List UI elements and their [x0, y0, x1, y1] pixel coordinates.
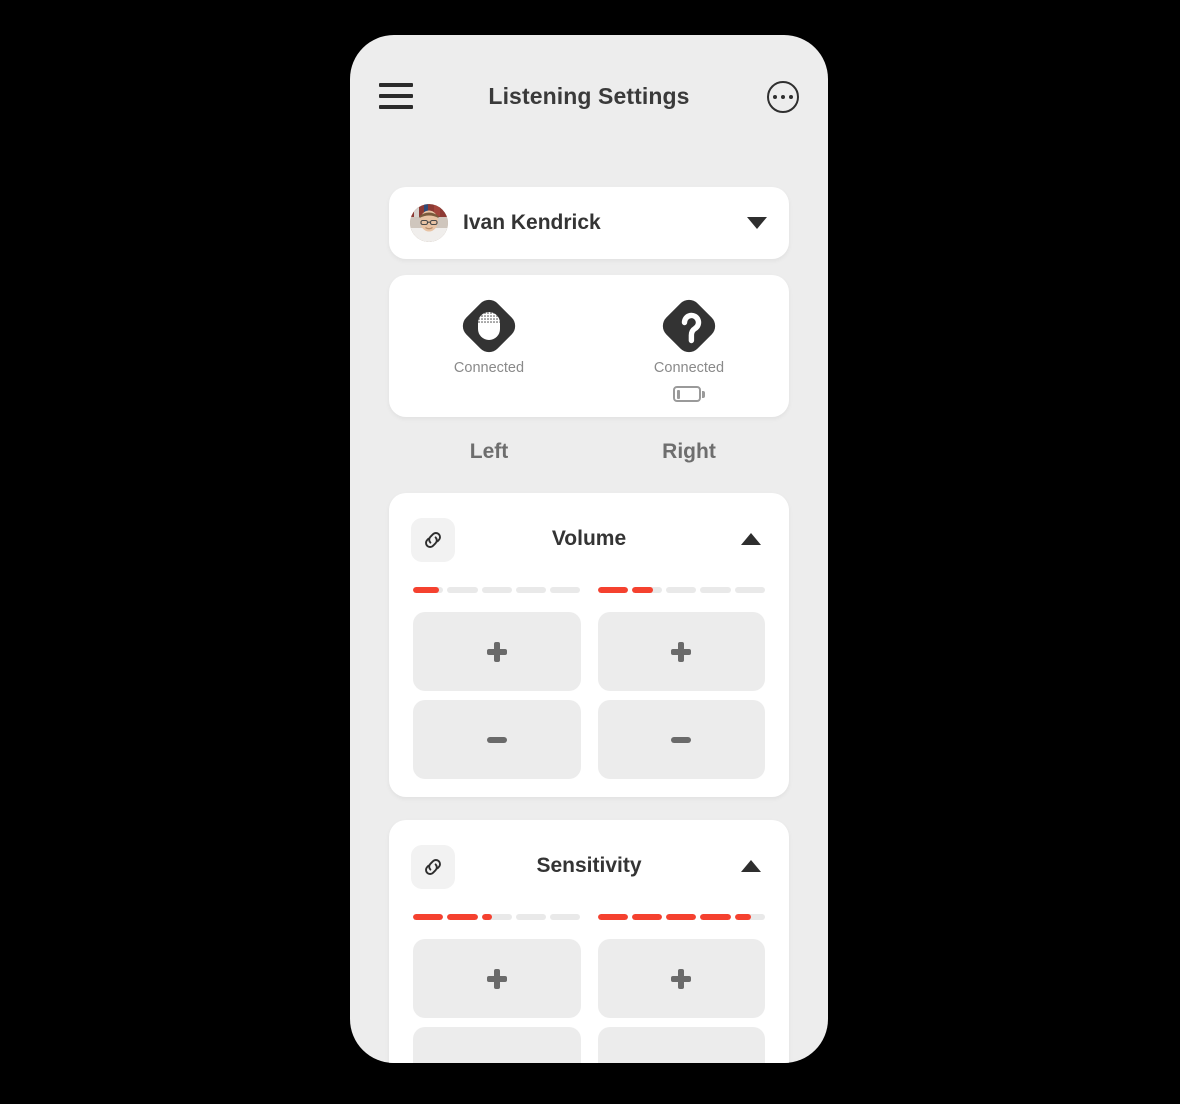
- control-title-volume: Volume: [551, 527, 627, 550]
- device-status-card: Connected Connected: [389, 275, 789, 417]
- level-segment: [550, 914, 581, 920]
- hearing-aid-hook-icon: [660, 297, 718, 355]
- battery-indicator: [673, 386, 705, 402]
- level-segment: [666, 914, 697, 920]
- label-right: Right: [662, 440, 716, 463]
- phone-frame: Listening Settings Ivan Kendrick Connect…: [350, 35, 828, 1063]
- volume-right-decrease-button[interactable]: [597, 700, 765, 779]
- page-title: Listening Settings: [488, 83, 690, 109]
- chevron-down-icon[interactable]: [747, 217, 767, 229]
- level-segment: [413, 587, 444, 593]
- profile-name: Ivan Kendrick: [463, 211, 601, 234]
- device-left-status: Connected: [453, 360, 525, 376]
- sensitivity-right-increase-button[interactable]: [597, 939, 765, 1018]
- plus-icon: [486, 968, 507, 989]
- level-segment: [481, 914, 512, 920]
- minus-icon: [486, 736, 507, 743]
- device-right[interactable]: Connected: [589, 275, 789, 417]
- app-header: Listening Settings: [350, 35, 828, 163]
- screenshot-root: Listening Settings Ivan Kendrick Connect…: [0, 0, 1180, 1104]
- hearing-aid-dome-icon: [460, 297, 518, 355]
- level-segment-fill: [413, 914, 444, 920]
- more-options-icon[interactable]: [767, 81, 799, 113]
- level-segment-fill: [631, 914, 663, 920]
- level-segment: [734, 587, 765, 593]
- control-card-sensitivity: Sensitivity: [389, 820, 789, 1063]
- control-body-sensitivity: [389, 914, 789, 1063]
- avatar: [410, 204, 448, 242]
- plus-icon: [671, 641, 692, 662]
- level-segment: [515, 914, 547, 920]
- volume-left-increase-button[interactable]: [413, 612, 581, 691]
- level-segment: [515, 587, 547, 593]
- chevron-up-icon[interactable]: [741, 860, 761, 872]
- label-left: Left: [469, 440, 509, 463]
- sensitivity-left-side: [413, 914, 581, 1063]
- level-segment-fill: [597, 914, 628, 920]
- volume-left-side: [413, 587, 581, 779]
- side-labels: Left Right: [389, 440, 789, 464]
- level-segment: [700, 587, 731, 593]
- volume-left-level[interactable]: [413, 587, 581, 593]
- level-segment: [734, 914, 765, 920]
- plus-icon: [486, 641, 507, 662]
- sensitivity-right-decrease-button[interactable]: [597, 1027, 765, 1063]
- volume-right-level[interactable]: [597, 587, 766, 593]
- level-segment: [481, 587, 512, 593]
- sensitivity-left-decrease-button[interactable]: [413, 1027, 581, 1063]
- control-card-volume: Volume: [389, 493, 789, 797]
- device-left[interactable]: Connected: [389, 275, 589, 417]
- level-segment: [666, 587, 697, 593]
- profile-selector[interactable]: Ivan Kendrick: [389, 187, 789, 259]
- control-header-sensitivity: Sensitivity: [389, 820, 789, 914]
- level-segment-fill: [666, 914, 697, 920]
- device-right-status: Connected: [653, 360, 725, 376]
- level-segment: [447, 914, 478, 920]
- level-segment: [597, 587, 628, 593]
- volume-right-increase-button[interactable]: [597, 612, 765, 691]
- minus-icon: [671, 736, 692, 743]
- level-segment: [447, 587, 478, 593]
- control-title-sensitivity: Sensitivity: [536, 854, 642, 877]
- level-segment: [413, 914, 444, 920]
- chevron-up-icon[interactable]: [741, 533, 761, 545]
- level-segment-fill: [734, 914, 752, 920]
- sensitivity-left-level[interactable]: [413, 914, 581, 920]
- level-segment: [631, 914, 663, 920]
- level-segment: [700, 914, 731, 920]
- sensitivity-right-side: [597, 914, 766, 1063]
- level-segment-fill: [481, 914, 493, 920]
- level-segment-fill: [597, 587, 628, 593]
- level-segment: [631, 587, 663, 593]
- control-body-volume: [389, 587, 789, 779]
- level-segment: [550, 587, 581, 593]
- level-segment-fill: [447, 914, 478, 920]
- control-header-volume: Volume: [389, 493, 789, 587]
- level-segment-fill: [700, 914, 731, 920]
- level-segment-fill: [631, 587, 653, 593]
- sensitivity-right-level[interactable]: [597, 914, 766, 920]
- sensitivity-left-increase-button[interactable]: [413, 939, 581, 1018]
- volume-left-decrease-button[interactable]: [413, 700, 581, 779]
- level-segment: [597, 914, 628, 920]
- plus-icon: [671, 968, 692, 989]
- level-segment-fill: [413, 587, 439, 593]
- volume-right-side: [597, 587, 766, 779]
